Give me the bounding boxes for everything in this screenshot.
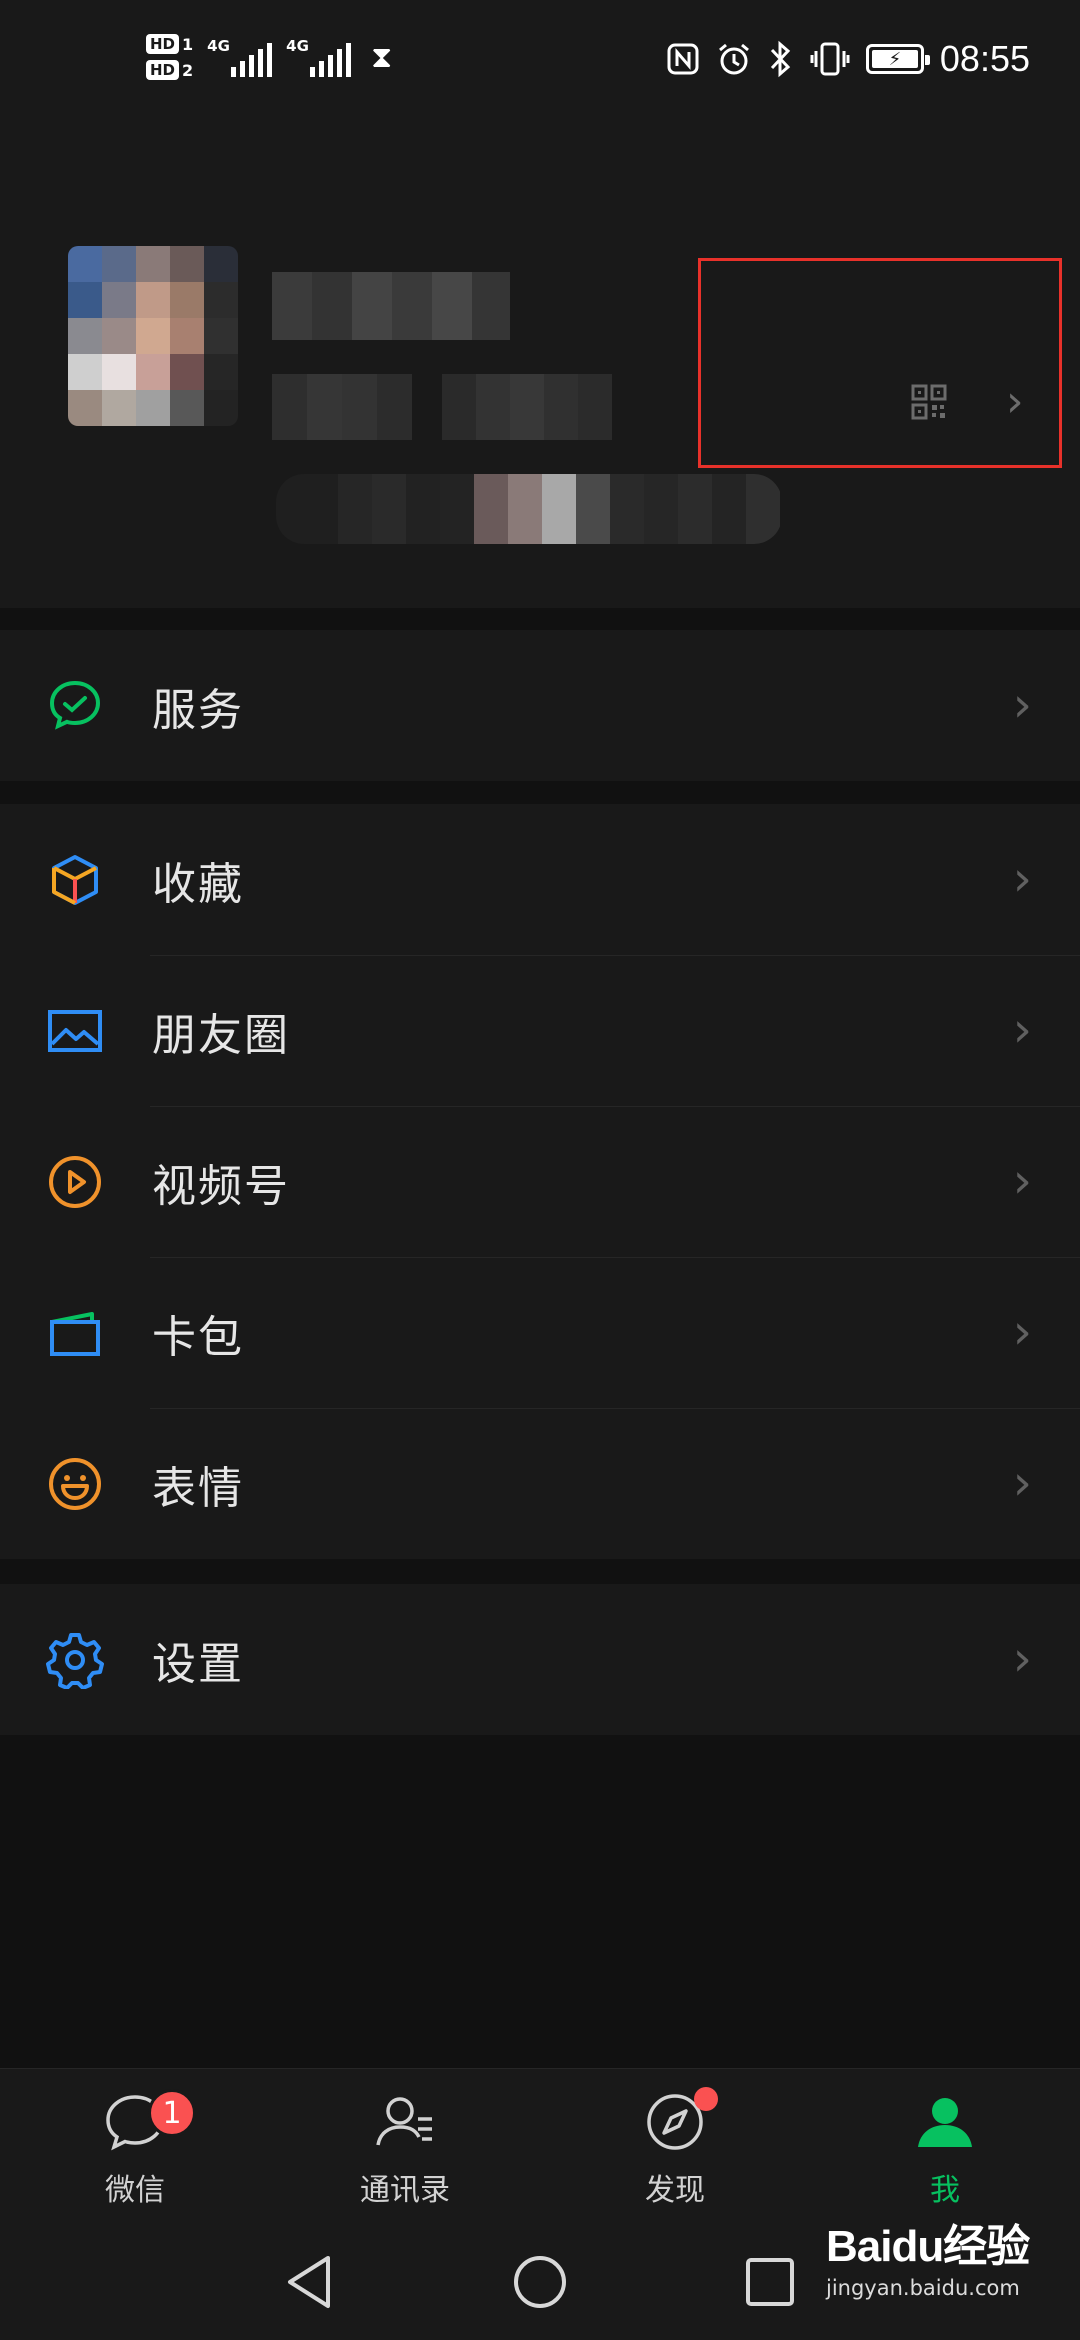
group-services: 服务 › — [0, 630, 1080, 781]
status-left: HD 1 HD 2 4G 4G ⧗ — [146, 34, 392, 80]
menu-item-moments[interactable]: 朋友圈 › — [0, 955, 1080, 1106]
menu-item-stickers[interactable]: 表情 › — [0, 1408, 1080, 1559]
menu-item-label: 视频号 — [152, 1160, 290, 1212]
tab-label: 发现 — [645, 2173, 705, 2208]
moments-icon — [48, 1009, 102, 1052]
channels-icon — [49, 1155, 101, 1208]
settings-icon — [46, 1632, 104, 1689]
sim-badges: HD 1 HD 2 — [146, 34, 193, 80]
network-type: 4G — [286, 37, 309, 55]
chevron-right-icon[interactable]: › — [1006, 380, 1024, 424]
sim2-badge: HD 2 — [146, 60, 193, 80]
tab-me[interactable]: 我 — [810, 2069, 1080, 2218]
qr-code-icon[interactable] — [911, 384, 947, 420]
sim-number: 2 — [182, 60, 194, 80]
wechat-id-blurred-2 — [442, 374, 612, 440]
chevron-right-icon: › — [1012, 1152, 1032, 1209]
hd-label: HD — [146, 60, 180, 80]
unread-badge: 1 — [148, 2089, 196, 2137]
bottom-tab-bar: 1 微信 通讯录 发现 我 — [0, 2068, 1080, 2218]
tab-contacts[interactable]: 通讯录 — [270, 2069, 540, 2218]
tab-discover[interactable]: 发现 — [540, 2069, 810, 2218]
services-icon — [49, 680, 101, 730]
group-settings: 设置 › — [0, 1584, 1080, 1735]
sim-number: 1 — [182, 34, 194, 54]
bluetooth-icon — [770, 40, 791, 78]
menu-item-label: 卡包 — [152, 1311, 244, 1363]
menu-item-services[interactable]: 服务 › — [0, 630, 1080, 781]
menu-item-label: 收藏 — [152, 858, 244, 910]
watermark-logo: Baidu经验 — [826, 2222, 1030, 2271]
card-wallet-icon — [50, 1311, 100, 1356]
menu-item-settings[interactable]: 设置 › — [0, 1584, 1080, 1735]
menu-item-label: 表情 — [152, 1462, 244, 1514]
signal-icon-sim2: 4G — [286, 37, 352, 77]
signal-icon-sim1: 4G — [207, 37, 273, 77]
watermark-url: jingyan.baidu.com — [826, 2276, 1020, 2300]
notification-dot — [694, 2087, 718, 2111]
favorites-icon — [52, 854, 98, 905]
profile-name-blurred — [272, 272, 510, 340]
back-icon[interactable] — [280, 2252, 340, 2312]
chevron-right-icon: › — [1012, 1630, 1032, 1687]
status-bar: HD 1 HD 2 4G 4G ⧗ ⚡ 08:55 — [0, 0, 1080, 130]
sticker-icon — [49, 1457, 101, 1510]
status-pill-blurred[interactable] — [276, 474, 782, 544]
tab-chats[interactable]: 1 微信 — [0, 2069, 270, 2218]
menu-item-label: 服务 — [152, 684, 244, 736]
chevron-right-icon: › — [1012, 1303, 1032, 1360]
menu-item-label: 设置 — [152, 1638, 244, 1690]
menu-item-label: 朋友圈 — [152, 1009, 290, 1061]
avatar[interactable] — [68, 246, 238, 426]
nfc-icon — [667, 43, 699, 75]
sim1-badge: HD 1 — [146, 34, 193, 54]
hourglass-icon: ⧗ — [371, 39, 393, 75]
me-icon — [918, 2098, 972, 2147]
contacts-icon — [376, 2097, 432, 2146]
status-time: 08:55 — [939, 38, 1030, 79]
group-main: 收藏 › 朋友圈 › 视频号 › 卡包 › 表情 › — [0, 804, 1080, 1559]
status-right: ⚡ 08:55 — [666, 38, 1030, 80]
qr-highlight-box — [698, 258, 1062, 468]
alarm-icon — [718, 43, 749, 75]
vibrate-icon — [810, 42, 850, 76]
tab-label: 我 — [930, 2173, 960, 2208]
chevron-right-icon: › — [1012, 1454, 1032, 1511]
menu-item-channels[interactable]: 视频号 › — [0, 1106, 1080, 1257]
chevron-right-icon: › — [1012, 850, 1032, 907]
menu-item-favorites[interactable]: 收藏 › — [0, 804, 1080, 955]
wechat-id-blurred — [272, 374, 412, 440]
network-type: 4G — [207, 37, 230, 55]
recents-icon[interactable] — [740, 2252, 800, 2312]
baidu-watermark: Baidu经验 jingyan.baidu.com — [826, 2210, 1066, 2330]
chevron-right-icon: › — [1012, 676, 1032, 733]
home-icon[interactable] — [510, 2252, 570, 2312]
menu-item-card-wallet[interactable]: 卡包 › — [0, 1257, 1080, 1408]
battery-charging-icon: ⚡ — [865, 44, 930, 74]
tab-label: 通讯录 — [360, 2173, 450, 2208]
tab-label: 微信 — [105, 2173, 165, 2208]
chevron-right-icon: › — [1012, 1001, 1032, 1058]
hd-label: HD — [146, 34, 180, 54]
